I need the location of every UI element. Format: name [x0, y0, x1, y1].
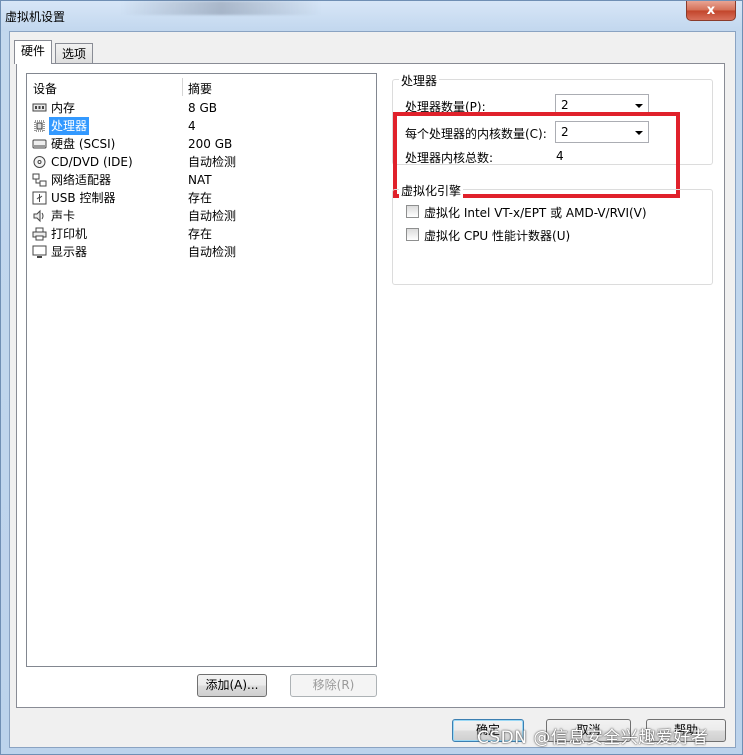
- usb-icon: [32, 191, 47, 205]
- device-name: 处理器: [49, 117, 90, 135]
- device-row-network-adapter[interactable]: 网络适配器 NAT: [28, 171, 375, 189]
- virtualization-engine-group-title: 虚拟化引擎: [399, 182, 464, 199]
- device-summary: 自动检测: [188, 209, 237, 223]
- device-summary: 自动检测: [188, 155, 237, 169]
- device-row-sound-card[interactable]: 声卡 自动检测: [28, 207, 375, 225]
- tab-hardware[interactable]: 硬件: [14, 40, 53, 64]
- device-name: 网络适配器: [51, 173, 112, 187]
- close-icon: x: [706, 3, 716, 18]
- device-row-printer[interactable]: 打印机 存在: [28, 225, 375, 243]
- cores-per-processor-value: 2: [561, 125, 569, 139]
- tab-options[interactable]: 选项: [55, 43, 94, 65]
- close-button[interactable]: x: [686, 1, 736, 21]
- tab-hardware-label: 硬件: [21, 44, 46, 58]
- device-name: 硬盘 (SCSI): [51, 137, 116, 151]
- processor-count-label: 处理器数量(P):: [405, 100, 486, 114]
- device-name: CD/DVD (IDE): [51, 155, 133, 169]
- virtualization-engine-group: 虚拟化引擎 虚拟化 Intel VT-x/EPT 或 AMD-V/RVI(V) …: [392, 182, 713, 285]
- device-summary: 200 GB: [188, 137, 233, 151]
- add-device-button-label: 添加(A)...: [205, 678, 259, 692]
- device-row-hard-disk[interactable]: 硬盘 (SCSI) 200 GB: [28, 135, 375, 153]
- device-row-memory[interactable]: 内存 8 GB: [28, 99, 375, 117]
- virtualize-vtx-checkbox[interactable]: [406, 205, 419, 218]
- device-name: 内存: [51, 101, 76, 115]
- total-cores-label: 处理器内核总数:: [405, 151, 494, 165]
- background-window-title-ghost: [121, 1, 321, 15]
- chevron-down-icon: [635, 104, 643, 108]
- device-summary: 存在: [188, 227, 213, 241]
- network-adapter-icon: [32, 173, 47, 187]
- device-summary: NAT: [188, 173, 212, 187]
- device-summary: 存在: [188, 191, 213, 205]
- csdn-watermark: CSDN @信息安全兴趣爱好者: [477, 728, 709, 748]
- processor-count-value: 2: [561, 98, 569, 112]
- cd-dvd-icon: [33, 156, 46, 168]
- dialog-body: 硬件 选项 设备 摘要 内存 8 GB 处理器 4 硬盘 (SCSI) 200 …: [9, 31, 736, 748]
- device-row-display[interactable]: 显示器 自动检测: [28, 243, 375, 261]
- total-cores-value: 4: [556, 149, 564, 163]
- remove-device-button-label: 移除(R): [312, 678, 355, 692]
- processor-count-select[interactable]: 2: [555, 94, 649, 116]
- virtualize-vtx-label[interactable]: 虚拟化 Intel VT-x/EPT 或 AMD-V/RVI(V): [424, 204, 647, 221]
- device-summary: 4: [188, 119, 196, 133]
- device-list[interactable]: 设备 摘要 内存 8 GB 处理器 4 硬盘 (SCSI) 200 GB CD/…: [26, 73, 377, 667]
- device-name: 声卡: [51, 209, 76, 223]
- column-header-device[interactable]: 设备: [33, 80, 57, 97]
- memory-icon: [32, 103, 47, 112]
- add-device-button[interactable]: 添加(A)...: [197, 674, 267, 697]
- vm-settings-window: 虚拟机设置 x 硬件 选项 设备 摘要 内存 8 GB 处理器 4 硬盘 (SC…: [0, 0, 743, 755]
- printer-icon: [32, 227, 47, 241]
- processor-group-title: 处理器: [399, 72, 440, 89]
- device-list-header: 设备 摘要: [27, 78, 376, 96]
- device-row-processor[interactable]: 处理器 4: [28, 117, 375, 135]
- cores-per-processor-label: 每个处理器的内核数量(C):: [405, 127, 547, 141]
- device-name: 显示器: [51, 245, 88, 259]
- title-bar[interactable]: 虚拟机设置 x: [1, 1, 742, 31]
- hard-disk-icon: [32, 139, 47, 149]
- device-summary: 自动检测: [188, 245, 237, 259]
- window-title: 虚拟机设置: [5, 10, 66, 24]
- device-row-usb[interactable]: USB 控制器 存在: [28, 189, 375, 207]
- device-name: 打印机: [51, 227, 88, 241]
- tab-options-label: 选项: [62, 47, 87, 61]
- virtualize-cpu-counters-checkbox[interactable]: [406, 228, 419, 241]
- sound-card-icon: [33, 209, 44, 223]
- remove-device-button[interactable]: 移除(R): [290, 674, 377, 697]
- hardware-tab-panel: 设备 摘要 内存 8 GB 处理器 4 硬盘 (SCSI) 200 GB CD/…: [16, 63, 725, 708]
- display-icon: [32, 245, 47, 258]
- chevron-down-icon: [635, 131, 643, 135]
- processor-icon: [34, 120, 45, 132]
- device-summary: 8 GB: [188, 101, 217, 115]
- column-header-summary[interactable]: 摘要: [188, 80, 212, 97]
- processor-group: 处理器 处理器数量(P): 2 每个处理器的内核数量(C): 2 处理器内核总数…: [392, 72, 713, 165]
- device-name: USB 控制器: [51, 191, 116, 205]
- device-row-cd-dvd[interactable]: CD/DVD (IDE) 自动检测: [28, 153, 375, 171]
- column-separator[interactable]: [182, 78, 183, 96]
- virtualize-cpu-counters-label[interactable]: 虚拟化 CPU 性能计数器(U): [424, 227, 570, 244]
- cores-per-processor-select[interactable]: 2: [555, 121, 649, 143]
